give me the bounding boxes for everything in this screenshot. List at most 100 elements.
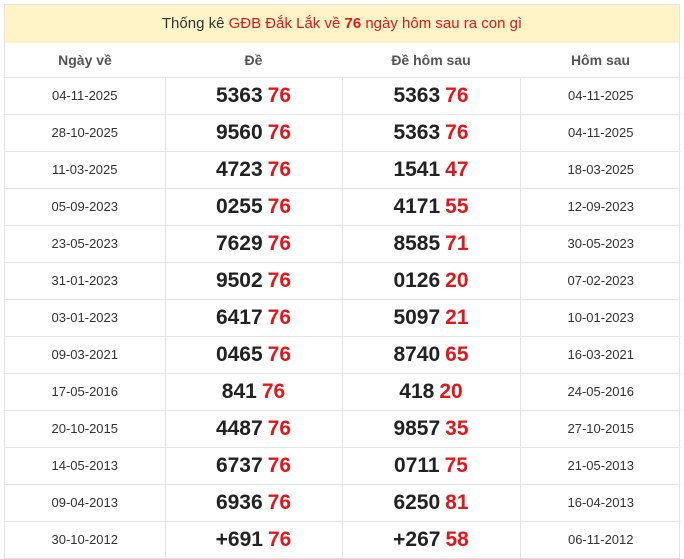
row-de: 0255 76 bbox=[165, 188, 343, 226]
de-head: 0465 bbox=[215, 342, 263, 366]
header-de: Đề bbox=[165, 43, 342, 78]
de-tail: 76 bbox=[267, 342, 292, 366]
row-next-date: 16-03-2021 bbox=[520, 336, 681, 374]
table-header-row: Ngày về Đề Đề hôm sau Hôm sau bbox=[5, 43, 681, 78]
row-de: 5363 76 bbox=[165, 77, 343, 115]
next-head: 8585 bbox=[393, 231, 441, 255]
next-tail: 35 bbox=[445, 416, 469, 440]
row-date: 20-10-2015 bbox=[5, 410, 166, 448]
row-date: 14-05-2013 bbox=[5, 447, 166, 485]
row-next-date: 24-05-2016 bbox=[520, 373, 681, 411]
row-next-de: 1541 47 bbox=[342, 151, 521, 189]
table-row: 17-05-2016 841 76 418 20 24-05-2016 bbox=[5, 373, 681, 411]
row-date: 28-10-2025 bbox=[5, 114, 166, 152]
next-head: +267 bbox=[393, 527, 441, 551]
row-date: 30-10-2012 bbox=[5, 521, 166, 559]
row-next-de: 9857 35 bbox=[342, 410, 521, 448]
de-tail: 76 bbox=[267, 120, 292, 144]
next-head: 1541 bbox=[393, 157, 441, 181]
row-next-date: 18-03-2025 bbox=[520, 151, 681, 189]
table-row: 03-01-2023 6417 76 5097 21 10-01-2023 bbox=[5, 299, 681, 337]
de-tail: 76 bbox=[267, 305, 292, 329]
next-head: 0126 bbox=[393, 268, 441, 292]
table-row: 30-10-2012 +691 76 +267 58 06-11-2012 bbox=[5, 521, 681, 559]
row-date: 31-01-2023 bbox=[5, 262, 166, 300]
row-date: 17-05-2016 bbox=[5, 373, 166, 411]
row-date: 04-11-2025 bbox=[5, 77, 166, 115]
de-head: 0255 bbox=[215, 194, 263, 218]
row-de: 841 76 bbox=[165, 373, 343, 411]
next-tail: 71 bbox=[445, 231, 469, 255]
row-date: 11-03-2025 bbox=[5, 151, 166, 189]
title-middle: về bbox=[320, 15, 345, 32]
de-head: 5363 bbox=[215, 83, 263, 107]
next-head: 5363 bbox=[393, 120, 441, 144]
row-next-de: 8740 65 bbox=[342, 336, 521, 374]
table-row: 23-05-2023 7629 76 8585 71 30-05-2023 bbox=[5, 225, 681, 263]
next-tail: 21 bbox=[445, 305, 469, 329]
table-row: 09-04-2013 6936 76 6250 81 16-04-2013 bbox=[5, 484, 681, 522]
next-head: 4171 bbox=[393, 194, 441, 218]
table-row: 14-05-2013 6737 76 0711 75 21-05-2013 bbox=[5, 447, 681, 485]
next-tail: 58 bbox=[445, 527, 469, 551]
stats-panel: Thống kê GĐB Đắk Lắk về 76 ngày hôm sau … bbox=[4, 4, 681, 559]
table-row: 09-03-2021 0465 76 8740 65 16-03-2021 bbox=[5, 336, 681, 374]
de-head: 4723 bbox=[215, 157, 263, 181]
title-number: 76 bbox=[344, 15, 362, 32]
row-next-de: 5363 76 bbox=[342, 77, 521, 115]
next-head: 418 bbox=[399, 379, 435, 403]
row-de: 6936 76 bbox=[165, 484, 343, 522]
row-next-de: 4171 55 bbox=[342, 188, 521, 226]
row-next-de: 418 20 bbox=[342, 373, 521, 411]
row-next-de: 0126 20 bbox=[342, 262, 521, 300]
row-de: +691 76 bbox=[165, 521, 343, 559]
next-tail: 81 bbox=[445, 490, 469, 514]
table-row: 28-10-2025 9560 76 5363 76 04-11-2025 bbox=[5, 114, 681, 152]
row-next-date: 12-09-2023 bbox=[520, 188, 681, 226]
next-tail: 55 bbox=[445, 194, 469, 218]
header-next-de: Đề hôm sau bbox=[342, 43, 520, 78]
row-de: 4723 76 bbox=[165, 151, 343, 189]
header-date: Ngày về bbox=[5, 43, 165, 78]
next-tail: 76 bbox=[445, 83, 469, 107]
table-row: 04-11-2025 5363 76 5363 76 04-11-2025 bbox=[5, 77, 681, 115]
de-head: 841 bbox=[221, 379, 257, 403]
de-tail: 76 bbox=[267, 194, 292, 218]
de-head: +691 bbox=[215, 527, 263, 551]
table-body: 04-11-2025 5363 76 5363 76 04-11-2025 28-10-20… bbox=[5, 77, 681, 559]
row-de: 4487 76 bbox=[165, 410, 343, 448]
row-date: 23-05-2023 bbox=[5, 225, 166, 263]
de-tail: 76 bbox=[261, 379, 286, 403]
row-date: 03-01-2023 bbox=[5, 299, 166, 337]
next-tail: 47 bbox=[445, 157, 469, 181]
next-head: 6250 bbox=[393, 490, 441, 514]
de-head: 9560 bbox=[215, 120, 263, 144]
row-next-de: 5363 76 bbox=[342, 114, 521, 152]
row-next-date: 16-04-2013 bbox=[520, 484, 681, 522]
next-head: 9857 bbox=[393, 416, 441, 440]
de-tail: 76 bbox=[267, 453, 292, 477]
panel-title: Thống kê GĐB Đắk Lắk về 76 ngày hôm sau … bbox=[5, 5, 679, 43]
row-de: 6417 76 bbox=[165, 299, 343, 337]
row-next-date: 06-11-2012 bbox=[520, 521, 681, 559]
next-head: 8740 bbox=[393, 342, 441, 366]
de-head: 9502 bbox=[215, 268, 263, 292]
next-head: 5363 bbox=[393, 83, 441, 107]
de-head: 6417 bbox=[215, 305, 263, 329]
row-next-date: 21-05-2013 bbox=[520, 447, 681, 485]
row-next-de: 6250 81 bbox=[342, 484, 521, 522]
de-head: 4487 bbox=[215, 416, 263, 440]
de-head: 6936 bbox=[215, 490, 263, 514]
de-tail: 76 bbox=[267, 83, 292, 107]
de-tail: 76 bbox=[267, 231, 292, 255]
de-tail: 76 bbox=[267, 490, 292, 514]
row-date: 09-03-2021 bbox=[5, 336, 166, 374]
de-tail: 76 bbox=[267, 157, 292, 181]
stats-table: Ngày về Đề Đề hôm sau Hôm sau 04-11-2025… bbox=[5, 43, 681, 559]
next-tail: 76 bbox=[445, 120, 469, 144]
row-de: 9502 76 bbox=[165, 262, 343, 300]
province-link[interactable]: GĐB Đắk Lắk bbox=[229, 15, 321, 32]
row-de: 0465 76 bbox=[165, 336, 343, 374]
de-tail: 76 bbox=[267, 527, 292, 551]
row-de: 7629 76 bbox=[165, 225, 343, 263]
